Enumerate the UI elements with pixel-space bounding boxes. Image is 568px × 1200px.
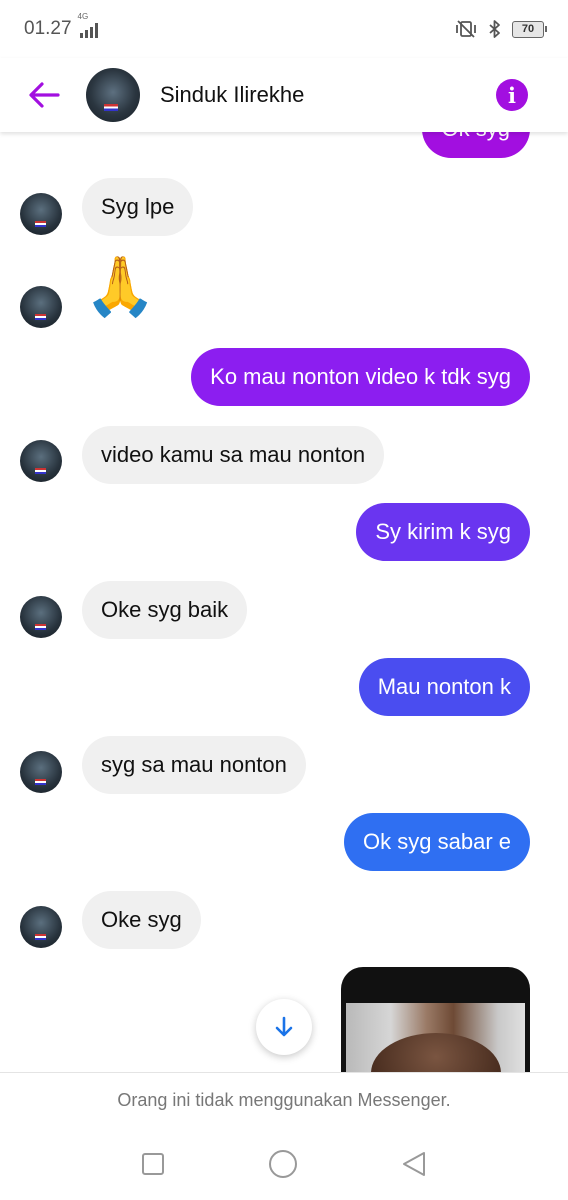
contact-avatar[interactable] — [86, 68, 140, 122]
sender-avatar[interactable] — [20, 751, 62, 793]
messenger-notice-bar: Orang ini tidak menggunakan Messenger. — [0, 1072, 568, 1128]
info-button[interactable]: i — [496, 79, 528, 111]
message-bubble-outgoing[interactable]: Sy kirim k syg — [356, 503, 530, 561]
status-right: 70 — [454, 19, 547, 39]
info-icon: i — [508, 82, 516, 108]
vibrate-icon — [456, 20, 476, 38]
scroll-to-bottom-button[interactable] — [256, 999, 312, 1055]
message-bubble-incoming[interactable]: syg sa mau nonton — [82, 736, 306, 794]
sender-avatar[interactable] — [20, 906, 62, 948]
recents-square-icon[interactable] — [140, 1151, 166, 1177]
praying-hands-emoji[interactable]: 🙏 — [84, 258, 156, 316]
battery-level: 70 — [521, 23, 535, 35]
video-preview-image — [346, 1003, 525, 1072]
message-bubble-outgoing[interactable]: Ko mau nonton video k tdk syg — [191, 348, 530, 406]
message-list[interactable]: Ok syg Syg lpe 🙏 Ko mau nonton video k t… — [0, 0, 568, 1072]
network-type: 4G — [77, 12, 89, 21]
home-circle-icon[interactable] — [267, 1148, 299, 1180]
message-bubble-outgoing[interactable]: Ok syg sabar e — [344, 813, 530, 871]
video-message-thumbnail[interactable] — [341, 967, 530, 1072]
back-button[interactable] — [24, 75, 64, 115]
status-bar: 01.27 4G 70 — [0, 0, 568, 58]
arrow-down-icon — [275, 1016, 293, 1037]
contact-name[interactable]: Sinduk Ilirekhe — [160, 82, 496, 108]
system-navigation-bar — [0, 1128, 568, 1200]
message-bubble-incoming[interactable]: Oke syg — [82, 891, 201, 949]
conversation-header: Sinduk Ilirekhe i — [0, 58, 568, 132]
status-left: 01.27 4G — [24, 12, 98, 40]
battery-icon: 70 — [512, 20, 547, 38]
messenger-screen: Ok syg Syg lpe 🙏 Ko mau nonton video k t… — [0, 0, 568, 1200]
clock: 01.27 — [24, 18, 72, 39]
message-bubble-incoming[interactable]: Syg lpe — [82, 178, 194, 236]
message-bubble-incoming[interactable]: Oke syg baik — [82, 581, 248, 639]
sender-avatar[interactable] — [20, 286, 62, 328]
arrow-left-icon — [29, 82, 60, 108]
back-triangle-icon[interactable] — [400, 1150, 428, 1178]
messenger-notice-text: Orang ini tidak menggunakan Messenger. — [117, 1090, 451, 1110]
signal-icon: 4G — [78, 12, 98, 38]
bluetooth-icon — [489, 20, 500, 38]
sender-avatar[interactable] — [20, 440, 62, 482]
sender-avatar[interactable] — [20, 596, 62, 638]
message-bubble-outgoing[interactable]: Mau nonton k — [358, 658, 530, 716]
sender-avatar[interactable] — [20, 193, 62, 235]
message-bubble-incoming[interactable]: video kamu sa mau nonton — [82, 426, 385, 484]
